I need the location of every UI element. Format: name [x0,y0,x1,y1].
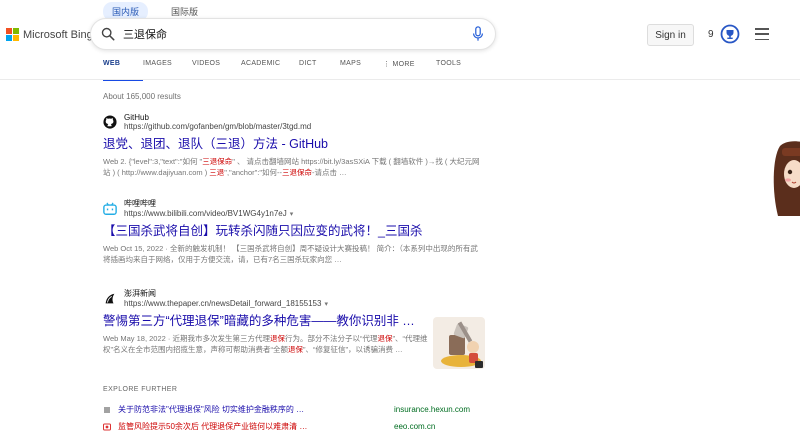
bing-logo[interactable]: Microsoft Bing [6,28,93,41]
snippet-highlight: 三退保命 [202,156,233,166]
nav-divider [0,79,800,80]
results-count: About 165,000 results [103,92,181,101]
tab-tools[interactable]: TOOLS [436,60,476,76]
snippet-text: ”、“修复征信”，以诱骗消费 … [303,345,403,355]
result-url[interactable]: https://www.thepaper.cn/newsDetail_forwa… [124,299,321,308]
result-snippet: Web 2. {"level":3,"text":"如何 "三退保命" 、 请点… [103,156,483,179]
url-options-caret-icon[interactable]: ▾ [290,211,294,218]
rewards-count[interactable]: 9 [708,29,714,40]
result-site-name: GitHub [124,112,149,122]
search-box[interactable] [90,18,496,50]
tab-videos[interactable]: VIDEOS [192,60,241,76]
result-title-link[interactable]: 警惕第三方“代理退保”暗藏的多种危害——教你识别非 … [103,314,429,330]
rewards-trophy-icon[interactable] [720,24,740,44]
snippet-text: -请点击 … [312,168,347,178]
result-site-name: 哔哩哔哩 [124,199,156,209]
search-input[interactable] [123,28,471,40]
bilibili-icon [103,202,117,216]
result-source[interactable]: GitHub https://github.com/gofanben/gm/bl… [103,112,483,132]
tab-maps[interactable]: MAPS [340,60,383,76]
explore-item-link[interactable]: 关于防范非法"代理退保"风险 切实维护金融秩序的 … [118,404,394,415]
eeo-site-icon [103,423,111,430]
logo-text: Microsoft Bing [23,28,93,41]
search-result: 澎湃新闻 https://www.thepaper.cn/newsDetail_… [103,289,429,356]
url-options-caret-icon[interactable]: ▾ [324,301,328,308]
hamburger-menu-icon[interactable] [755,28,769,40]
tab-dict[interactable]: DICT [299,60,340,76]
search-nav-tabs: WEB IMAGES VIDEOS ACADEMIC DICT MAPS ⋮ M… [103,60,476,81]
snippet-text: 行为。部分不法分子以“代理 [284,333,378,343]
explore-item-domain[interactable]: eeo.com.cn [394,422,435,431]
github-icon [103,115,117,129]
result-thumbnail-image[interactable] [433,317,485,369]
snippet-highlight: 三退保命 [282,168,313,178]
snippet-text: Web May 18, 2022 · 近期我市多次发生第三方代理 [103,333,270,343]
tab-more[interactable]: ⋮ MORE [383,60,436,76]
snippet-highlight: 退保 [269,333,285,343]
search-result: GitHub https://github.com/gofanben/gm/bl… [103,112,483,179]
search-icon[interactable] [101,27,115,41]
result-source[interactable]: 澎湃新闻 https://www.thepaper.cn/newsDetail_… [103,289,429,309]
snippet-text: Web Oct 15, 2022 · 全新的触发机制！ 【三国杀武将自创】周不疑… [103,243,478,265]
hexun-site-icon [103,405,111,414]
cartoon-girl-decoration [773,141,800,216]
tab-images[interactable]: IMAGES [143,60,192,76]
snippet-highlight: 退保 [377,333,393,343]
result-title-link[interactable]: 退党、退团、退队（三退）方法 - GitHub [103,137,483,153]
microphone-icon[interactable] [471,26,485,42]
result-snippet: Web May 18, 2022 · 近期我市多次发生第三方代理退保行为。部分不… [103,333,429,356]
snippet-highlight: 退保 [288,345,303,355]
tab-academic[interactable]: ACADEMIC [241,60,299,76]
tab-web[interactable]: WEB [103,60,143,81]
explore-item-link[interactable]: 监管风险提示50余次后 代理退保产业链何以难肃清 … [118,421,394,432]
result-url[interactable]: https://github.com/gofanben/gm/blob/mast… [124,122,311,131]
explore-further-heading: EXPLORE FURTHER [103,386,178,393]
snippet-highlight: 三退 [209,168,225,178]
explore-item[interactable]: 监管风险提示50余次后 代理退保产业链何以难肃清 … eeo.com.cn [103,421,435,432]
sign-in-button[interactable]: Sign in [647,24,694,46]
result-snippet: Web Oct 15, 2022 · 全新的触发机制！ 【三国杀武将自创】周不疑… [103,243,483,266]
result-source[interactable]: 哔哩哔哩 https://www.bilibili.com/video/BV1W… [103,199,483,219]
thepaper-icon [103,292,117,306]
search-result: 哔哩哔哩 https://www.bilibili.com/video/BV1W… [103,199,483,266]
explore-item-domain[interactable]: insurance.hexun.com [394,405,470,414]
result-url[interactable]: https://www.bilibili.com/video/BV1WG4y1n… [124,209,287,218]
explore-item[interactable]: 关于防范非法"代理退保"风险 切实维护金融秩序的 … insurance.hex… [103,404,470,415]
snippet-text: Web 2. {"level":3,"text":"如何 " [103,156,203,166]
result-title-link[interactable]: 【三国杀武将自创】玩转杀闪随只因应变的武将！_三国杀 [103,224,483,240]
microsoft-logo-icon [6,28,19,41]
snippet-text: ","anchor":"如何-- [224,168,283,178]
result-site-name: 澎湃新闻 [124,289,156,299]
